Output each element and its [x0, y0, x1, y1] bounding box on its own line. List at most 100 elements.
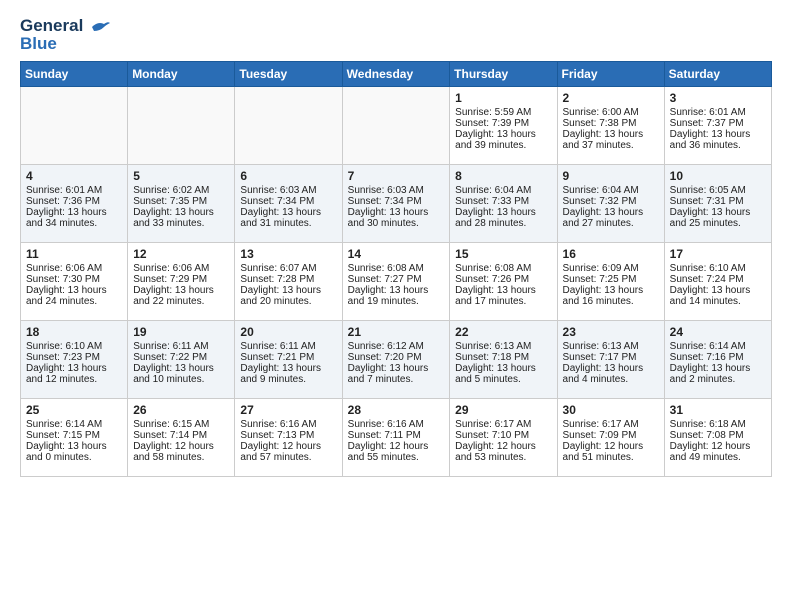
calendar-table: SundayMondayTuesdayWednesdayThursdayFrid…: [20, 61, 772, 477]
calendar-day-3: 3Sunrise: 6:01 AMSunset: 7:37 PMDaylight…: [664, 87, 771, 165]
day-number: 21: [348, 325, 445, 339]
day-info: and 31 minutes.: [240, 218, 336, 229]
calendar-day-23: 23Sunrise: 6:13 AMSunset: 7:17 PMDayligh…: [557, 321, 664, 399]
calendar-week-row: 4Sunrise: 6:01 AMSunset: 7:36 PMDaylight…: [21, 165, 772, 243]
day-info: Daylight: 13 hours: [348, 285, 445, 296]
day-info: Daylight: 13 hours: [133, 207, 229, 218]
day-info: Daylight: 13 hours: [563, 129, 659, 140]
day-info: and 55 minutes.: [348, 452, 445, 463]
day-info: Daylight: 13 hours: [455, 207, 551, 218]
day-info: Daylight: 13 hours: [563, 285, 659, 296]
day-info: and 4 minutes.: [563, 374, 659, 385]
day-info: Sunset: 7:16 PM: [670, 352, 766, 363]
weekday-header-friday: Friday: [557, 62, 664, 87]
day-info: Sunrise: 6:00 AM: [563, 107, 659, 118]
day-number: 2: [563, 91, 659, 105]
calendar-day-6: 6Sunrise: 6:03 AMSunset: 7:34 PMDaylight…: [235, 165, 342, 243]
calendar-day-27: 27Sunrise: 6:16 AMSunset: 7:13 PMDayligh…: [235, 399, 342, 477]
day-info: and 14 minutes.: [670, 296, 766, 307]
day-info: and 27 minutes.: [563, 218, 659, 229]
day-info: Sunset: 7:22 PM: [133, 352, 229, 363]
day-info: Sunset: 7:14 PM: [133, 430, 229, 441]
day-number: 22: [455, 325, 551, 339]
day-info: Sunset: 7:23 PM: [26, 352, 122, 363]
day-info: Daylight: 12 hours: [348, 441, 445, 452]
calendar-day-13: 13Sunrise: 6:07 AMSunset: 7:28 PMDayligh…: [235, 243, 342, 321]
day-info: Sunset: 7:18 PM: [455, 352, 551, 363]
calendar-day-31: 31Sunrise: 6:18 AMSunset: 7:08 PMDayligh…: [664, 399, 771, 477]
day-number: 23: [563, 325, 659, 339]
calendar-day-9: 9Sunrise: 6:04 AMSunset: 7:32 PMDaylight…: [557, 165, 664, 243]
day-info: and 30 minutes.: [348, 218, 445, 229]
day-info: Daylight: 13 hours: [240, 207, 336, 218]
day-info: Daylight: 13 hours: [240, 363, 336, 374]
day-info: Sunrise: 6:05 AM: [670, 185, 766, 196]
day-info: Sunset: 7:34 PM: [348, 196, 445, 207]
day-info: and 16 minutes.: [563, 296, 659, 307]
day-info: Daylight: 12 hours: [133, 441, 229, 452]
day-info: Sunrise: 6:16 AM: [240, 419, 336, 430]
day-info: Sunrise: 6:06 AM: [133, 263, 229, 274]
day-info: and 22 minutes.: [133, 296, 229, 307]
weekday-header-saturday: Saturday: [664, 62, 771, 87]
day-info: Sunset: 7:17 PM: [563, 352, 659, 363]
day-info: Daylight: 13 hours: [133, 285, 229, 296]
day-info: Daylight: 13 hours: [26, 285, 122, 296]
logo: General Blue: [20, 16, 112, 53]
day-info: Sunset: 7:09 PM: [563, 430, 659, 441]
day-info: Sunset: 7:13 PM: [240, 430, 336, 441]
calendar-day-8: 8Sunrise: 6:04 AMSunset: 7:33 PMDaylight…: [450, 165, 557, 243]
day-info: and 58 minutes.: [133, 452, 229, 463]
day-info: Daylight: 13 hours: [670, 363, 766, 374]
day-info: Sunset: 7:25 PM: [563, 274, 659, 285]
day-info: Daylight: 13 hours: [455, 129, 551, 140]
weekday-header-wednesday: Wednesday: [342, 62, 450, 87]
day-info: Sunrise: 6:04 AM: [455, 185, 551, 196]
day-info: and 34 minutes.: [26, 218, 122, 229]
day-info: Sunset: 7:35 PM: [133, 196, 229, 207]
day-info: Sunset: 7:10 PM: [455, 430, 551, 441]
calendar-empty-cell: [21, 87, 128, 165]
day-number: 11: [26, 247, 122, 261]
day-info: and 25 minutes.: [670, 218, 766, 229]
day-info: Sunrise: 6:10 AM: [26, 341, 122, 352]
logo-text: General Blue: [20, 16, 112, 53]
day-info: Sunset: 7:30 PM: [26, 274, 122, 285]
day-info: Sunrise: 6:04 AM: [563, 185, 659, 196]
day-info: and 53 minutes.: [455, 452, 551, 463]
calendar-day-12: 12Sunrise: 6:06 AMSunset: 7:29 PMDayligh…: [128, 243, 235, 321]
calendar-day-25: 25Sunrise: 6:14 AMSunset: 7:15 PMDayligh…: [21, 399, 128, 477]
calendar-day-17: 17Sunrise: 6:10 AMSunset: 7:24 PMDayligh…: [664, 243, 771, 321]
header: General Blue: [20, 16, 772, 53]
day-info: Daylight: 13 hours: [348, 207, 445, 218]
day-info: Daylight: 13 hours: [26, 207, 122, 218]
day-info: Sunrise: 6:17 AM: [563, 419, 659, 430]
day-info: Sunset: 7:31 PM: [670, 196, 766, 207]
weekday-header-row: SundayMondayTuesdayWednesdayThursdayFrid…: [21, 62, 772, 87]
calendar-day-7: 7Sunrise: 6:03 AMSunset: 7:34 PMDaylight…: [342, 165, 450, 243]
day-info: and 57 minutes.: [240, 452, 336, 463]
day-number: 3: [670, 91, 766, 105]
calendar-day-24: 24Sunrise: 6:14 AMSunset: 7:16 PMDayligh…: [664, 321, 771, 399]
weekday-header-monday: Monday: [128, 62, 235, 87]
day-info: and 17 minutes.: [455, 296, 551, 307]
day-number: 28: [348, 403, 445, 417]
day-number: 5: [133, 169, 229, 183]
calendar-day-29: 29Sunrise: 6:17 AMSunset: 7:10 PMDayligh…: [450, 399, 557, 477]
calendar-day-15: 15Sunrise: 6:08 AMSunset: 7:26 PMDayligh…: [450, 243, 557, 321]
day-info: Daylight: 13 hours: [563, 207, 659, 218]
day-info: Sunset: 7:28 PM: [240, 274, 336, 285]
day-info: and 0 minutes.: [26, 452, 122, 463]
day-number: 14: [348, 247, 445, 261]
day-info: Sunset: 7:37 PM: [670, 118, 766, 129]
calendar-week-row: 1Sunrise: 5:59 AMSunset: 7:39 PMDaylight…: [21, 87, 772, 165]
calendar-empty-cell: [235, 87, 342, 165]
day-info: Sunrise: 6:08 AM: [455, 263, 551, 274]
day-info: Sunrise: 6:02 AM: [133, 185, 229, 196]
calendar-day-20: 20Sunrise: 6:11 AMSunset: 7:21 PMDayligh…: [235, 321, 342, 399]
calendar-day-26: 26Sunrise: 6:15 AMSunset: 7:14 PMDayligh…: [128, 399, 235, 477]
calendar-week-row: 18Sunrise: 6:10 AMSunset: 7:23 PMDayligh…: [21, 321, 772, 399]
day-number: 9: [563, 169, 659, 183]
day-info: Daylight: 13 hours: [133, 363, 229, 374]
calendar-day-19: 19Sunrise: 6:11 AMSunset: 7:22 PMDayligh…: [128, 321, 235, 399]
